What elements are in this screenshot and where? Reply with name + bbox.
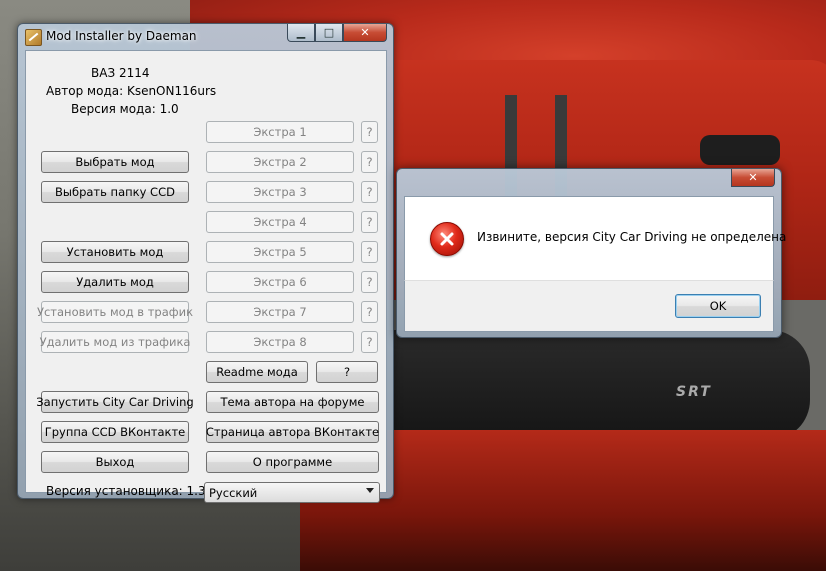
msgbox-content: Извините, версия City Car Driving не опр… [404, 196, 786, 281]
app-icon [25, 29, 42, 46]
launch-ccd-button[interactable]: Запустить City Car Driving [36, 391, 194, 413]
wallpaper-hood-vent [700, 135, 780, 165]
caption-buttons: ▁ □ ✕ [287, 24, 387, 42]
extra-help-button-6[interactable]: ? [361, 271, 378, 293]
msgbox-close-button[interactable]: ✕ [731, 169, 775, 187]
extra-button-8[interactable]: Экстра 8 [206, 331, 354, 353]
ok-button[interactable]: OK [675, 294, 761, 318]
choose-mod-button[interactable]: Выбрать мод [41, 151, 189, 173]
vk-group-button[interactable]: Группа CCD ВКонтакте [41, 421, 189, 443]
mod-installer-window: Mod Installer by Daeman ▁ □ ✕ ВАЗ 2114 А… [17, 23, 394, 503]
extra-help-button-4[interactable]: ? [361, 211, 378, 233]
extra-help-button-5[interactable]: ? [361, 241, 378, 263]
error-message-text: Извините, версия City Car Driving не опр… [477, 230, 787, 244]
extra-help-button-8[interactable]: ? [361, 331, 378, 353]
choose-ccd-folder-button[interactable]: Выбрать папку CCD [41, 181, 189, 203]
vk-author-button[interactable]: Страница автора ВКонтакте [206, 421, 379, 443]
about-button[interactable]: О программе [206, 451, 379, 473]
exit-button[interactable]: Выход [41, 451, 189, 473]
forum-topic-button[interactable]: Тема автора на форуме [206, 391, 379, 413]
extra-help-button-3[interactable]: ? [361, 181, 378, 203]
window-client-area: ВАЗ 2114 Автор мода: KsenON116urs Версия… [25, 50, 387, 503]
window-title: Mod Installer by Daeman [46, 29, 197, 43]
readme-help-button[interactable]: ? [316, 361, 378, 383]
error-message-box: ✕ Извините, версия City Car Driving не о… [396, 168, 786, 338]
car-name-label: ВАЗ 2114 [91, 66, 150, 80]
close-button[interactable]: ✕ [343, 24, 387, 42]
remove-mod-traffic-button[interactable]: Удалить мод из трафика [40, 331, 190, 353]
language-select[interactable]: Русский [204, 482, 380, 503]
extra-help-button-1[interactable]: ? [361, 121, 378, 143]
installer-version-label: Версия установщика: 1.3.2 [46, 484, 218, 498]
mod-version-label: Версия мода: 1.0 [71, 102, 179, 116]
extra-help-button-7[interactable]: ? [361, 301, 378, 323]
extra-button-3[interactable]: Экстра 3 [206, 181, 354, 203]
extra-help-button-2[interactable]: ? [361, 151, 378, 173]
extra-button-2[interactable]: Экстра 2 [206, 151, 354, 173]
extra-button-5[interactable]: Экстра 5 [206, 241, 354, 263]
extra-button-7[interactable]: Экстра 7 [206, 301, 354, 323]
msgbox-caption-buttons: ✕ [731, 169, 775, 187]
readme-button[interactable]: Readme мода [206, 361, 308, 383]
wallpaper-badge: SRT [676, 384, 712, 400]
msgbox-button-area: OK [404, 280, 774, 332]
install-mod-traffic-button[interactable]: Установить мод в трафик [37, 301, 193, 323]
extra-button-4[interactable]: Экстра 4 [206, 211, 354, 233]
language-selected-value: Русский [209, 486, 258, 500]
extra-button-1[interactable]: Экстра 1 [206, 121, 354, 143]
install-mod-button[interactable]: Установить мод [41, 241, 189, 263]
wallpaper-car-grille [340, 330, 810, 440]
chevron-down-icon [366, 488, 374, 493]
error-icon [430, 222, 464, 256]
remove-mod-button[interactable]: Удалить мод [41, 271, 189, 293]
title-bar[interactable]: Mod Installer by Daeman ▁ □ ✕ [18, 24, 393, 48]
minimize-button[interactable]: ▁ [287, 24, 315, 42]
maximize-button[interactable]: □ [315, 24, 343, 42]
extra-button-6[interactable]: Экстра 6 [206, 271, 354, 293]
mod-author-label: Автор мода: KsenON116urs [46, 84, 217, 98]
